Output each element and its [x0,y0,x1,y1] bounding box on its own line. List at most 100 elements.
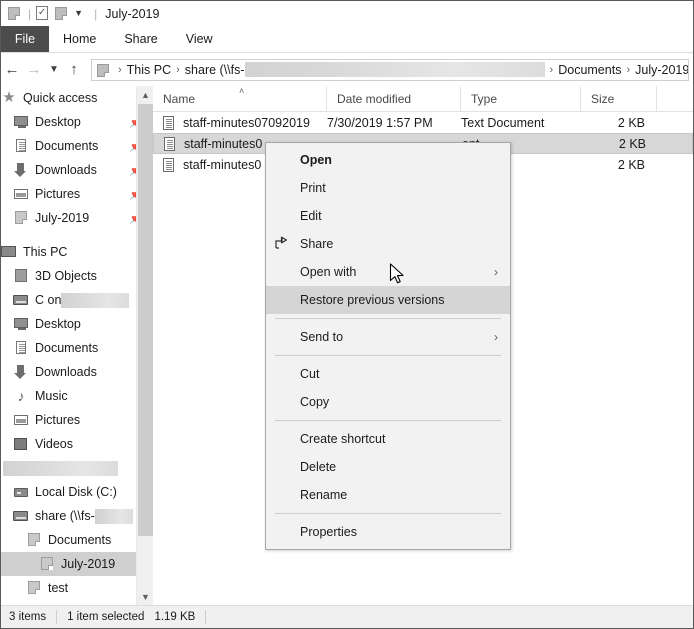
computer-icon [1,244,17,260]
text-file-icon [162,115,176,131]
tab-share[interactable]: Share [110,26,171,52]
network-drive-icon [13,292,29,308]
scroll-up-icon[interactable]: ▲ [137,86,154,103]
sidebar-item-label: Videos [35,437,73,451]
menu-separator [275,355,501,356]
menu-item-label: Open with [300,265,356,279]
sidebar-item-label: share (\\fs- [35,509,95,523]
menu-item-label: Open [300,153,332,167]
breadcrumb-share[interactable]: share (\\fs- [185,63,245,77]
sidebar-item-label: Documents [35,139,98,153]
sidebar-item-desktop-pc[interactable]: Desktop [1,312,153,336]
sidebar-item-label: Local Disk (C:) [35,485,117,499]
sidebar-item-pictures-pc[interactable]: Pictures [1,408,153,432]
sort-ascending-icon: ˄ [239,86,244,96]
back-button[interactable]: ← [1,58,23,82]
tab-file[interactable]: File [1,26,49,52]
menu-item-cut[interactable]: Cut [266,360,510,388]
menu-item-label: Share [300,237,333,251]
menu-item-send-to[interactable]: Send to › [266,323,510,351]
sidebar-item-downloads-qa[interactable]: Downloads 📌 [1,158,153,182]
properties-icon[interactable]: ✓ [34,5,51,22]
sidebar-item-3d-objects[interactable]: 3D Objects [1,264,153,288]
sidebar-item-pictures-qa[interactable]: Pictures 📌 [1,182,153,206]
sidebar-item-local-disk-c[interactable]: Local Disk (C:) [1,480,153,504]
column-header-type[interactable]: Type [461,86,581,111]
file-name-label: staff-minutes0 [184,137,262,151]
menu-item-open-with[interactable]: Open with › [266,258,510,286]
scrollbar-thumb[interactable] [138,104,153,536]
menu-item-delete[interactable]: Delete [266,453,510,481]
sidebar-item-documents-pc[interactable]: Documents [1,336,153,360]
status-bar: 3 items 1 item selected 1.19 KB [1,605,693,628]
status-divider [56,610,57,624]
menu-item-label: Print [300,181,326,195]
column-header-row: Name ˄ Date modified Type Size [153,86,693,112]
sidebar-item-redacted[interactable] [1,456,153,480]
sidebar-item-c-on-host[interactable]: C on [1,288,153,312]
menu-item-copy[interactable]: Copy [266,388,510,416]
chevron-right-icon: › [494,330,498,344]
sidebar-item-label: July-2019 [61,557,115,571]
menu-item-label: Rename [300,488,347,502]
sidebar-item-share-fs[interactable]: share (\\fs- [1,504,153,528]
file-name-label: staff-minutes0 [183,158,261,172]
sidebar-group-gap [1,230,153,240]
window-title: July-2019 [105,7,159,21]
folder-icon[interactable] [6,5,23,22]
menu-item-print[interactable]: Print [266,174,510,202]
sidebar-item-july-2019[interactable]: July-2019 [1,552,153,576]
file-name-cell[interactable]: staff-minutes07092019 [153,115,327,131]
forward-button[interactable]: → [23,58,45,82]
status-selection: 1 item selected [67,611,154,623]
tab-view[interactable]: View [172,26,227,52]
sidebar-item-this-pc[interactable]: This PC [1,240,153,264]
drive-icon [13,484,29,500]
menu-item-properties[interactable]: Properties [266,518,510,546]
breadcrumb[interactable]: › This PC › share (\\fs- › Documents › J… [91,59,689,81]
new-folder-icon[interactable] [53,5,70,22]
sidebar-item-july-2019-qa[interactable]: July-2019 📌 [1,206,153,230]
scroll-down-icon[interactable]: ▼ [137,588,154,605]
sidebar-item-quick-access[interactable]: ★ Quick access [1,86,153,110]
menu-item-edit[interactable]: Edit [266,202,510,230]
breadcrumb-this-pc[interactable]: This PC [127,63,171,77]
menu-item-label: Edit [300,209,322,223]
column-header-date-modified[interactable]: Date modified [327,86,461,111]
up-button[interactable]: ↑ [63,58,85,82]
menu-separator [275,420,501,421]
sidebar-item-desktop[interactable]: Desktop 📌 [1,110,153,134]
title-bar: | ✓ ▼ | July-2019 [1,1,693,26]
tab-home[interactable]: Home [49,26,110,52]
picture-icon [13,186,29,202]
breadcrumb-july-2019[interactable]: July-2019 [635,63,689,77]
navigation-pane[interactable]: ★ Quick access Desktop 📌 Documents 📌 Dow… [1,86,153,605]
file-size-cell: 2 KB [582,137,658,151]
column-header-label: Date modified [337,92,411,106]
chevron-down-icon[interactable]: ▼ [72,5,89,22]
sidebar-item-documents-qa[interactable]: Documents 📌 [1,134,153,158]
menu-item-rename[interactable]: Rename [266,481,510,509]
sidebar-item-label: test [48,581,68,595]
sidebar-item-music[interactable]: ♪ Music [1,384,153,408]
column-header-name[interactable]: Name ˄ [153,86,327,111]
breadcrumb-documents[interactable]: Documents [558,63,621,77]
sidebar-item-videos[interactable]: Videos [1,432,153,456]
sidebar-item-label: C on [35,293,61,307]
context-menu[interactable]: Open Print Edit Share Open with › Restor… [265,142,511,550]
menu-item-share[interactable]: Share [266,230,510,258]
navigation-pane-scrollbar[interactable]: ▲ ▼ [136,86,153,605]
sidebar-item-share-documents[interactable]: Documents [1,528,153,552]
menu-item-restore-previous-versions[interactable]: Restore previous versions [266,286,510,314]
column-header-label: Size [591,92,614,106]
recent-locations-icon[interactable]: ▼ [45,58,63,82]
sidebar-item-test[interactable]: test [1,576,153,600]
menu-item-create-shortcut[interactable]: Create shortcut [266,425,510,453]
column-header-size[interactable]: Size [581,86,657,111]
table-row[interactable]: staff-minutes07092019 7/30/2019 1:57 PM … [153,112,693,133]
menu-item-open[interactable]: Open [266,146,510,174]
folder-icon [39,556,55,572]
breadcrumb-separator: › [118,64,122,76]
sidebar-item-downloads-pc[interactable]: Downloads [1,360,153,384]
menu-item-label: Send to [300,330,343,344]
